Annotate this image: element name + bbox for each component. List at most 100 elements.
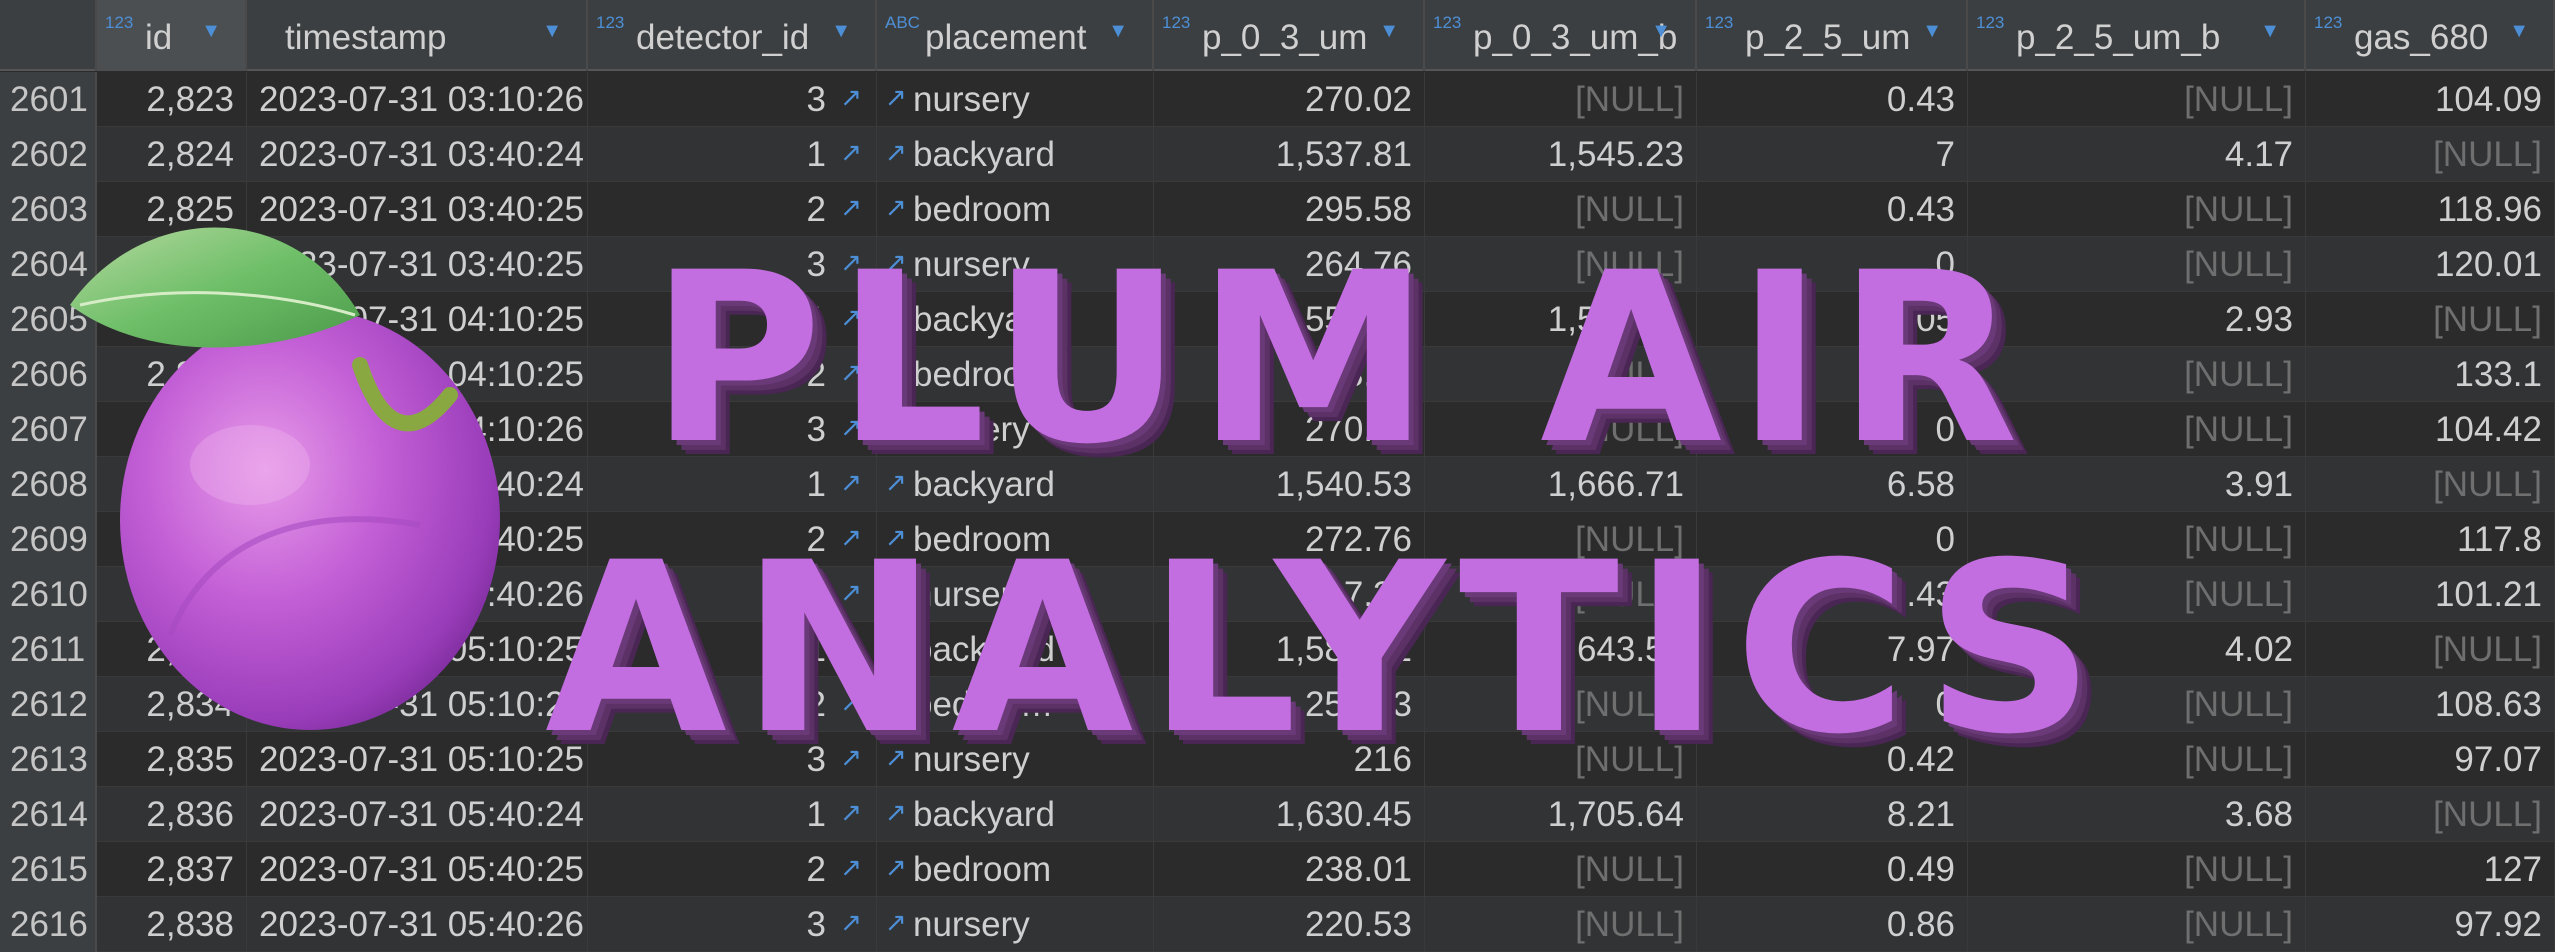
table-row[interactable]: 2609 2,831 2023-07-31 04:40:25 2 ↗ bedroom ↗ 27… (0, 512, 2555, 567)
row-number[interactable]: 2603 (0, 182, 97, 237)
table-row[interactable]: 2610 2,832 2023-07-31 04:40:26 3 ↗ nursery ↗ 20… (0, 567, 2555, 622)
sort-arrow-icon[interactable]: ▼ (1922, 0, 1942, 62)
cell-timestamp[interactable]: 2023-07-31 03:40:25 (247, 182, 588, 237)
cell-placement[interactable]: backyard ↗ (877, 457, 1154, 512)
cell-p_0_3_um[interactable]: 207.38 (1154, 567, 1425, 622)
cell-p_0_3_um_b[interactable]: 1,643.58 (1425, 622, 1697, 677)
cell-p_0_3_um_b[interactable]: [NULL] (1425, 842, 1697, 897)
cell-p_0_3_um[interactable]: 1,554.84 (1154, 292, 1425, 347)
cell-p_0_3_um[interactable]: 270.93 (1154, 402, 1425, 457)
cell-placement[interactable]: bedroom ↗ (877, 842, 1154, 897)
column-header-0[interactable]: 123 id ▼ (97, 0, 247, 71)
cell-p_2_5_um_b[interactable]: [NULL] (1968, 237, 2306, 292)
cell-p_0_3_um[interactable]: 1,584.21 (1154, 622, 1425, 677)
cell-gas_680[interactable]: 117.8 (2306, 512, 2555, 567)
cell-p_2_5_um_b[interactable]: 3.68 (1968, 787, 2306, 842)
cell-timestamp[interactable]: 2023-07-31 05:40:25 (247, 842, 588, 897)
cell-gas_680[interactable]: 97.92 (2306, 897, 2555, 952)
cell-p_2_5_um_b[interactable]: [NULL] (1968, 677, 2306, 732)
cell-p_2_5_um[interactable]: 8.21 (1697, 787, 1968, 842)
cell-timestamp[interactable]: 2023-07-31 04:10:25 (247, 347, 588, 402)
cell-p_0_3_um[interactable]: 270.02 (1154, 72, 1425, 127)
cell-id[interactable]: 2,824 (97, 127, 247, 182)
row-number[interactable]: 2615 (0, 842, 97, 897)
column-header-1[interactable]: timestamp ▼ (247, 0, 588, 71)
cell-placement[interactable]: backyard ↗ (877, 292, 1154, 347)
cell-p_2_5_um[interactable]: 7 (1697, 127, 1968, 182)
cell-placement[interactable]: backyard ↗ (877, 127, 1154, 182)
cell-gas_680[interactable]: [NULL] (2306, 622, 2555, 677)
cell-placement[interactable]: nursery ↗ (877, 402, 1154, 457)
cell-detector_id[interactable]: 3 ↗ (588, 897, 877, 952)
cell-p_2_5_um[interactable]: 0 (1697, 512, 1968, 567)
cell-timestamp[interactable]: 2023-07-31 05:40:24 (247, 787, 588, 842)
cell-p_2_5_um[interactable]: 6.58 (1697, 457, 1968, 512)
cell-placement[interactable]: nursery ↗ (877, 897, 1154, 952)
cell-p_0_3_um_b[interactable]: [NULL] (1425, 402, 1697, 457)
cell-p_0_3_um_b[interactable]: [NULL] (1425, 897, 1697, 952)
cell-id[interactable]: 2,836 (97, 787, 247, 842)
sort-arrow-icon[interactable]: ▼ (2509, 0, 2529, 62)
open-reference-icon[interactable]: ↗ (885, 677, 907, 727)
cell-p_0_3_um_b[interactable]: [NULL] (1425, 512, 1697, 567)
row-number[interactable]: 2616 (0, 897, 97, 952)
cell-id[interactable]: 2,826 (97, 237, 247, 292)
row-number[interactable]: 2605 (0, 292, 97, 347)
cell-id[interactable]: 2,825 (97, 182, 247, 237)
cell-id[interactable]: 2,838 (97, 897, 247, 952)
cell-timestamp[interactable]: 2023-07-31 04:40:25 (247, 512, 588, 567)
cell-gas_680[interactable]: 104.42 (2306, 402, 2555, 457)
table-row[interactable]: 2612 2,834 2023-07-31 05:10:25 2 ↗ bedroom ↗ 25… (0, 677, 2555, 732)
table-row[interactable]: 2602 2,824 2023-07-31 03:40:24 1 ↗ backyard ↗ 1… (0, 127, 2555, 182)
open-reference-icon[interactable]: ↗ (840, 567, 862, 617)
open-reference-icon[interactable]: ↗ (885, 622, 907, 672)
cell-id[interactable]: 2,827 (97, 292, 247, 347)
cell-p_2_5_um_b[interactable]: [NULL] (1968, 732, 2306, 787)
cell-timestamp[interactable]: 2023-07-31 05:10:25 (247, 677, 588, 732)
open-reference-icon[interactable]: ↗ (885, 72, 907, 122)
cell-id[interactable]: 2,828 (97, 347, 247, 402)
cell-id[interactable]: 2,832 (97, 567, 247, 622)
open-reference-icon[interactable]: ↗ (840, 292, 862, 342)
cell-p_0_3_um_b[interactable]: [NULL] (1425, 182, 1697, 237)
cell-detector_id[interactable]: 3 ↗ (588, 732, 877, 787)
cell-p_2_5_um[interactable]: 0 (1697, 347, 1968, 402)
cell-placement[interactable]: bedroom ↗ (877, 677, 1154, 732)
cell-gas_680[interactable]: 118.96 (2306, 182, 2555, 237)
cell-p_0_3_um[interactable]: 272.76 (1154, 512, 1425, 567)
cell-detector_id[interactable]: 1 ↗ (588, 292, 877, 347)
table-row[interactable]: 2606 2,828 2023-07-31 04:10:25 2 ↗ bedroom ↗ 26… (0, 347, 2555, 402)
cell-detector_id[interactable]: 1 ↗ (588, 127, 877, 182)
cell-timestamp[interactable]: 2023-07-31 05:10:25 (247, 622, 588, 677)
cell-detector_id[interactable]: 2 ↗ (588, 347, 877, 402)
cell-detector_id[interactable]: 1 ↗ (588, 622, 877, 677)
cell-gas_680[interactable]: 104.09 (2306, 72, 2555, 127)
cell-p_2_5_um_b[interactable]: [NULL] (1968, 842, 2306, 897)
cell-p_0_3_um_b[interactable]: [NULL] (1425, 72, 1697, 127)
column-header-5[interactable]: 123 p_0_3_um_b ▼ (1425, 0, 1697, 71)
cell-gas_680[interactable]: 127 (2306, 842, 2555, 897)
cell-detector_id[interactable]: 2 ↗ (588, 677, 877, 732)
open-reference-icon[interactable]: ↗ (840, 732, 862, 782)
cell-detector_id[interactable]: 2 ↗ (588, 842, 877, 897)
cell-p_2_5_um_b[interactable]: [NULL] (1968, 567, 2306, 622)
cell-timestamp[interactable]: 2023-07-31 04:40:24 (247, 457, 588, 512)
open-reference-icon[interactable]: ↗ (840, 182, 862, 232)
open-reference-icon[interactable]: ↗ (885, 787, 907, 837)
cell-p_0_3_um[interactable]: 264.76 (1154, 237, 1425, 292)
open-reference-icon[interactable]: ↗ (885, 732, 907, 782)
cell-gas_680[interactable]: [NULL] (2306, 787, 2555, 842)
cell-gas_680[interactable]: 108.63 (2306, 677, 2555, 732)
cell-id[interactable]: 2,831 (97, 512, 247, 567)
cell-p_2_5_um[interactable]: 3.05 (1697, 292, 1968, 347)
cell-p_2_5_um_b[interactable]: [NULL] (1968, 512, 2306, 567)
open-reference-icon[interactable]: ↗ (885, 182, 907, 232)
cell-p_0_3_um_b[interactable]: [NULL] (1425, 237, 1697, 292)
open-reference-icon[interactable]: ↗ (840, 512, 862, 562)
cell-detector_id[interactable]: 3 ↗ (588, 567, 877, 622)
cell-placement[interactable]: bedroom ↗ (877, 182, 1154, 237)
table-row[interactable]: 2608 2,830 2023-07-31 04:40:24 1 ↗ backyard ↗ 1… (0, 457, 2555, 512)
table-row[interactable]: 2605 2,827 2023-07-31 04:10:25 1 ↗ backyard ↗ 1… (0, 292, 2555, 347)
open-reference-icon[interactable]: ↗ (840, 897, 862, 947)
cell-p_2_5_um_b[interactable]: 4.17 (1968, 127, 2306, 182)
